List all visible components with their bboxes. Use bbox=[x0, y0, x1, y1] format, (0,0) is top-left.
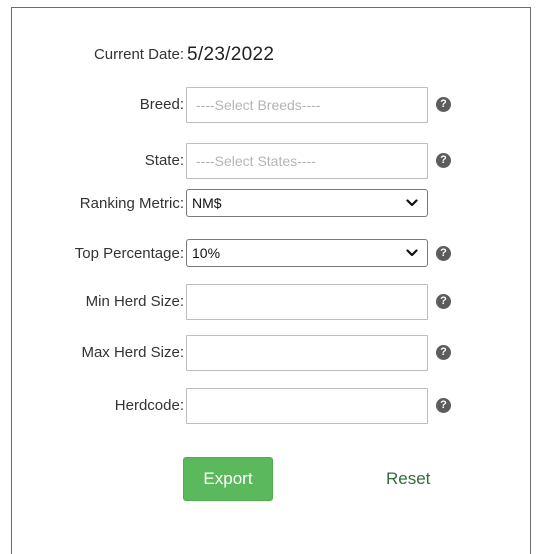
herdcode-input[interactable] bbox=[186, 388, 428, 424]
current-date-row: Current Date: 5/23/2022 bbox=[12, 37, 532, 73]
state-select[interactable]: ----Select States---- bbox=[186, 143, 428, 179]
max-herd-size-label: Max Herd Size: bbox=[81, 344, 184, 361]
min-herd-size-help-icon[interactable]: ? bbox=[436, 294, 451, 309]
min-herd-size-label: Min Herd Size: bbox=[85, 293, 184, 310]
top-percentage-value: 10% bbox=[192, 245, 221, 261]
reset-link[interactable]: Reset bbox=[386, 457, 430, 501]
export-form-panel: Current Date: 5/23/2022 Breed: ----Selec… bbox=[11, 7, 531, 554]
herdcode-row: Herdcode: ? bbox=[12, 388, 532, 424]
state-label: State: bbox=[144, 152, 184, 169]
ranking-metric-dropdown[interactable]: NM$ bbox=[186, 189, 428, 217]
max-herd-size-input[interactable] bbox=[186, 335, 428, 371]
breed-help-icon[interactable]: ? bbox=[436, 97, 451, 112]
chevron-down-icon bbox=[406, 199, 418, 207]
top-percentage-label: Top Percentage: bbox=[74, 245, 184, 262]
export-button[interactable]: Export bbox=[183, 457, 273, 501]
state-row: State: ----Select States---- ? bbox=[12, 143, 532, 179]
top-percentage-help-icon[interactable]: ? bbox=[436, 246, 451, 261]
herdcode-label: Herdcode: bbox=[114, 397, 184, 414]
herdcode-help-icon[interactable]: ? bbox=[436, 398, 451, 413]
current-date-label: Current Date: bbox=[93, 46, 184, 63]
min-herd-size-input[interactable] bbox=[186, 284, 428, 320]
top-percentage-dropdown[interactable]: 10% bbox=[186, 239, 428, 267]
ranking-metric-row: Ranking Metric: NM$ bbox=[12, 186, 532, 222]
breed-select[interactable]: ----Select Breeds---- bbox=[186, 87, 428, 123]
current-date-value: 5/23/2022 bbox=[187, 44, 275, 65]
chevron-down-icon bbox=[406, 249, 418, 257]
breed-row: Breed: ----Select Breeds---- ? bbox=[12, 87, 532, 123]
max-herd-size-help-icon[interactable]: ? bbox=[436, 345, 451, 360]
ranking-metric-label: Ranking Metric: bbox=[79, 195, 184, 212]
state-help-icon[interactable]: ? bbox=[436, 153, 451, 168]
ranking-metric-value: NM$ bbox=[192, 195, 222, 211]
breed-label: Breed: bbox=[139, 96, 184, 113]
top-percentage-row: Top Percentage: 10% ? bbox=[12, 236, 532, 272]
max-herd-size-row: Max Herd Size: ? bbox=[12, 335, 532, 371]
min-herd-size-row: Min Herd Size: ? bbox=[12, 284, 532, 320]
